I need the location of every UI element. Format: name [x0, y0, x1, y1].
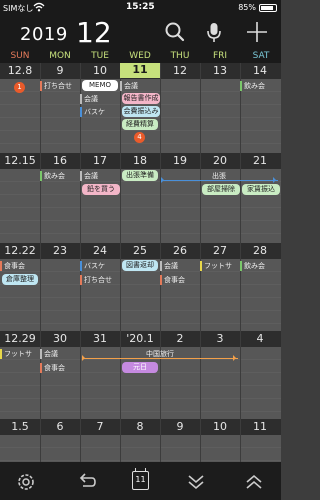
day-cell[interactable]: 10: [80, 64, 120, 77]
clock: 15:25: [126, 2, 155, 12]
day-cell[interactable]: 31: [80, 332, 120, 345]
event-item[interactable]: 図書返却: [122, 260, 158, 271]
event-item[interactable]: 経費精算: [122, 119, 158, 130]
day-cell[interactable]: 12.8: [0, 64, 40, 77]
month-label: 12: [76, 16, 112, 49]
event-item[interactable]: バスケ: [80, 260, 120, 272]
day-cell[interactable]: 18: [120, 154, 160, 167]
weekday-fri: FRI: [212, 51, 228, 61]
settings-gear-icon[interactable]: [14, 470, 38, 494]
event-item[interactable]: 会議: [80, 93, 120, 105]
event-item[interactable]: 会議: [160, 260, 200, 272]
event-item[interactable]: 飲み会: [240, 80, 281, 92]
day-cell-today[interactable]: 11: [120, 63, 160, 78]
event-item[interactable]: 倉庫整理: [2, 274, 38, 285]
holiday-item[interactable]: 元日: [122, 362, 158, 373]
today-calendar-button[interactable]: 11: [132, 468, 149, 490]
week-row-4: 12.29 30 31 '20.1 2 3 4 フットサ 会議 食事会 中国旅行…: [0, 331, 281, 419]
day-cell[interactable]: 19: [160, 154, 200, 167]
event-item[interactable]: 会議: [80, 170, 120, 182]
day-cell[interactable]: 12: [160, 64, 200, 77]
day-cell[interactable]: 13: [200, 64, 240, 77]
day-cell[interactable]: 10: [200, 420, 240, 433]
memo-item[interactable]: MEMO: [82, 80, 118, 91]
day-cell[interactable]: 17: [80, 154, 120, 167]
week-row-2: 12.15 16 17 18 19 20 21 飲み会 会議 鉛を買う 出張準備…: [0, 153, 281, 243]
day-cell[interactable]: 23: [40, 244, 80, 257]
week-row-5: 1.5 6 7 8 9 10 11: [0, 419, 281, 462]
weekday-header: SUN MON TUE WED THU FRI SAT: [0, 50, 281, 63]
today-date-label: 11: [135, 475, 146, 484]
event-item[interactable]: 会費振込み: [122, 106, 160, 117]
day-cell[interactable]: 4: [240, 332, 280, 345]
day-cell[interactable]: 3: [200, 332, 240, 345]
carrier-label: SIMなし: [3, 4, 34, 13]
bottom-toolbar: 11: [0, 462, 281, 500]
undo-icon[interactable]: [74, 470, 98, 494]
event-item[interactable]: 部屋掃除: [202, 184, 240, 195]
event-item[interactable]: 飲み会: [40, 170, 80, 182]
day-cell[interactable]: 8: [120, 420, 160, 433]
day-cell[interactable]: 12.29: [0, 332, 40, 345]
day-cell[interactable]: 11: [240, 420, 280, 433]
event-item[interactable]: 報告書作成: [122, 93, 160, 104]
day-cell[interactable]: 25: [120, 244, 160, 257]
week-row-1: 12.8 9 10 11 12 13 14 1 打ち合せ MEMO 会議 バスケ…: [0, 63, 281, 153]
add-icon[interactable]: [244, 19, 270, 45]
next-week-chevron-down-icon[interactable]: [184, 470, 208, 494]
weekday-sun: SUN: [10, 51, 30, 61]
event-item[interactable]: 食事会: [0, 260, 40, 272]
day-cell[interactable]: 12.15: [0, 154, 40, 167]
day-cell[interactable]: 2: [160, 332, 200, 345]
event-item[interactable]: 食事会: [40, 362, 80, 374]
day-cell[interactable]: 24: [80, 244, 120, 257]
day-cell[interactable]: 9: [160, 420, 200, 433]
microphone-icon[interactable]: [201, 19, 227, 45]
event-item[interactable]: 会議: [120, 80, 160, 92]
event-item[interactable]: バスケ: [80, 106, 120, 118]
weekday-wed: WED: [129, 51, 151, 61]
event-item[interactable]: 出張準備: [122, 170, 158, 181]
weekday-thu: THU: [170, 51, 190, 61]
week-row-3: 12.22 23 24 25 26 27 28 食事会 倉庫整理 バスケ 打ち合…: [0, 243, 281, 331]
day-cell[interactable]: 27: [200, 244, 240, 257]
event-item[interactable]: 会議: [40, 348, 80, 360]
status-bar: SIMなし 15:25 85%: [0, 0, 281, 16]
event-item[interactable]: 飲み会: [240, 260, 281, 272]
day-cell[interactable]: 6: [40, 420, 80, 433]
wifi-icon: [33, 2, 45, 12]
day-cell[interactable]: 14: [240, 64, 280, 77]
event-item[interactable]: 中国旅行: [146, 348, 196, 360]
event-item[interactable]: フットサ: [0, 348, 40, 360]
event-count-badge[interactable]: 1: [14, 82, 25, 93]
day-cell[interactable]: 28: [240, 244, 280, 257]
day-cell[interactable]: 16: [40, 154, 80, 167]
weekday-tue: TUE: [91, 51, 109, 61]
day-cell[interactable]: 21: [240, 154, 280, 167]
event-item[interactable]: フットサ: [200, 260, 240, 272]
search-icon[interactable]: [162, 19, 188, 45]
year-label: 2019: [20, 24, 68, 45]
day-cell[interactable]: '20.1: [120, 332, 160, 345]
event-item[interactable]: 打ち合せ: [80, 274, 120, 286]
day-cell[interactable]: 9: [40, 64, 80, 77]
weekday-sat: SAT: [252, 51, 270, 61]
prev-week-chevron-up-icon[interactable]: [242, 470, 266, 494]
event-item[interactable]: 食事会: [160, 274, 200, 286]
battery-icon: [259, 4, 277, 12]
day-cell[interactable]: 7: [80, 420, 120, 433]
event-item[interactable]: 家賃振込: [242, 184, 280, 195]
event-count-badge[interactable]: 4: [134, 132, 145, 143]
battery-percent: 85%: [238, 3, 256, 12]
event-item[interactable]: 打ち合せ: [40, 80, 80, 92]
day-cell[interactable]: 26: [160, 244, 200, 257]
event-item[interactable]: 鉛を買う: [82, 184, 120, 195]
day-cell[interactable]: 12.22: [0, 244, 40, 257]
event-item[interactable]: 出張: [212, 170, 242, 182]
day-cell[interactable]: 1.5: [0, 420, 40, 433]
calendar-header: 2019 12: [0, 16, 281, 50]
day-cell[interactable]: 30: [40, 332, 80, 345]
weekday-mon: MON: [49, 51, 71, 61]
day-cell[interactable]: 20: [200, 154, 240, 167]
